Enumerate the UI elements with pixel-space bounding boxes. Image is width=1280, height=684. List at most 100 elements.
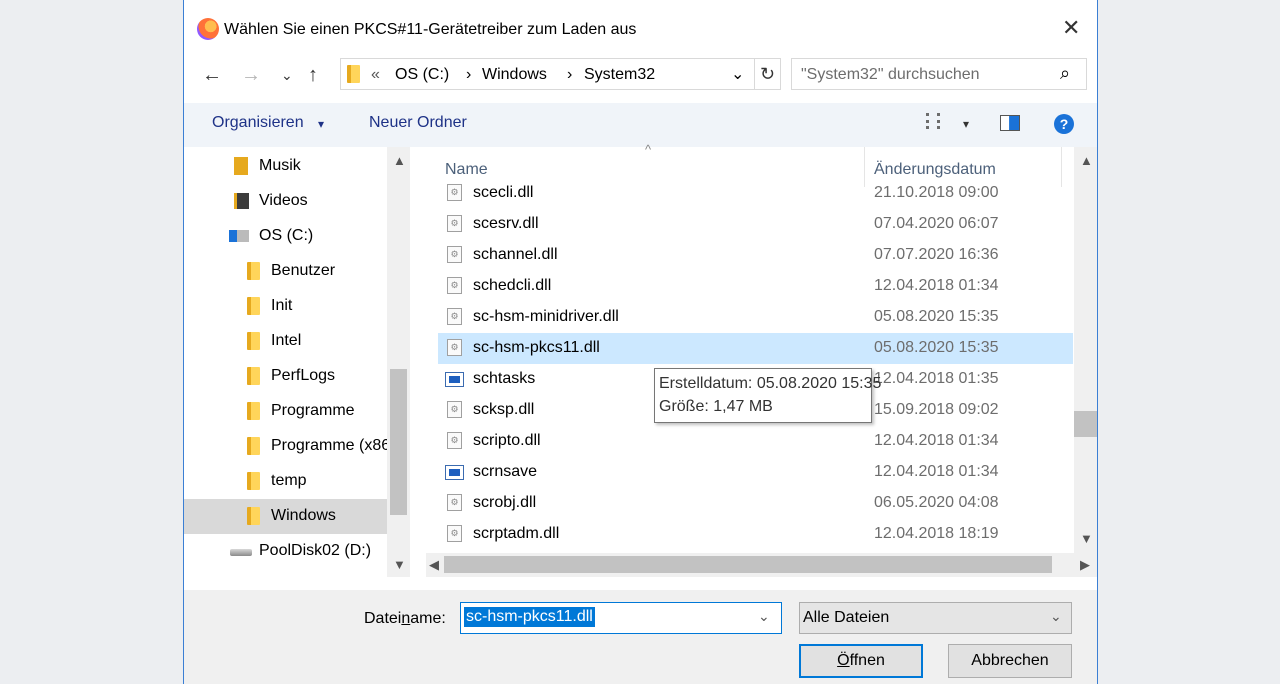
- forward-button[interactable]: →: [241, 63, 261, 87]
- refresh-button[interactable]: ↻: [754, 58, 781, 90]
- organize-button[interactable]: Organisieren: [212, 114, 304, 132]
- breadcrumb-separator[interactable]: ›: [567, 66, 572, 84]
- scrollbar-thumb[interactable]: [390, 369, 407, 515]
- dll-file-icon: ⚙: [447, 339, 462, 356]
- sidebar-item-intel[interactable]: Intel: [184, 324, 387, 359]
- file-date: 12.04.2018 18:19: [874, 525, 999, 542]
- up-button[interactable]: ↑: [308, 63, 318, 87]
- column-divider[interactable]: [1061, 147, 1062, 187]
- column-divider[interactable]: [864, 147, 865, 187]
- sidebar-item-label: temp: [271, 472, 307, 489]
- horizontal-scrollbar[interactable]: ◀ ▶: [426, 553, 1097, 577]
- sidebar-item-os-c[interactable]: OS (C:): [184, 219, 387, 254]
- open-button[interactable]: Öffnen: [799, 644, 923, 678]
- search-input[interactable]: "System32" durchsuchen ⌕: [791, 58, 1087, 90]
- file-list-scrollbar[interactable]: ▲ ▼: [1074, 147, 1097, 553]
- list-item[interactable]: ⚙ scripto.dll 12.04.2018 01:34: [438, 426, 1073, 457]
- file-dialog: Wählen Sie einen PKCS#11-Gerätetreiber z…: [183, 0, 1098, 684]
- breadcrumb-separator[interactable]: ›: [466, 66, 471, 84]
- filename-label: Dateiname:: [364, 610, 446, 627]
- file-date: 07.04.2020 06:07: [874, 215, 999, 232]
- sidebar-item-musik[interactable]: Musik: [184, 149, 387, 184]
- preview-pane-icon[interactable]: [1000, 115, 1020, 131]
- recent-locations-button[interactable]: ⌄: [281, 63, 293, 87]
- sidebar-item-init[interactable]: Init: [184, 289, 387, 324]
- dll-file-icon: ⚙: [447, 401, 462, 418]
- column-date[interactable]: Änderungsdatum: [874, 161, 996, 179]
- scroll-up-icon[interactable]: ▲: [1080, 153, 1093, 168]
- breadcrumb-overflow[interactable]: «: [371, 66, 380, 84]
- file-date: 07.07.2020 16:36: [874, 246, 999, 263]
- scrollbar-thumb[interactable]: [1074, 411, 1097, 437]
- list-item[interactable]: ⚙ sc-hsm-minidriver.dll 05.08.2020 15:35: [438, 302, 1073, 333]
- scroll-right-icon[interactable]: ▶: [1080, 557, 1090, 573]
- view-options-icon[interactable]: [926, 113, 940, 129]
- help-icon[interactable]: ?: [1054, 114, 1074, 134]
- scrollbar-thumb[interactable]: [444, 556, 1052, 573]
- list-item[interactable]: ⚙ schedcli.dll 12.04.2018 01:34: [438, 271, 1073, 302]
- sidebar-item-label: PerfLogs: [271, 367, 336, 384]
- breadcrumb-windows[interactable]: Windows: [482, 66, 547, 84]
- file-type-select[interactable]: Alle Dateien ⌄: [799, 602, 1072, 634]
- file-name: scesrv.dll: [473, 215, 539, 232]
- dll-file-icon: ⚙: [447, 215, 462, 232]
- folder-icon: [247, 332, 260, 350]
- file-name: scecli.dll: [473, 184, 534, 201]
- sidebar-scrollbar[interactable]: ▲ ▼: [387, 147, 410, 577]
- folder-icon: [247, 367, 260, 385]
- list-item[interactable]: ⚙ scrptadm.dll 12.04.2018 18:19: [438, 519, 1073, 550]
- organize-caret-icon[interactable]: ▾: [318, 117, 324, 131]
- chevron-down-icon[interactable]: ⌄: [1050, 608, 1062, 625]
- address-bar[interactable]: « OS (C:) › Windows › System32 ⌄: [340, 58, 781, 90]
- breadcrumb-system32[interactable]: System32: [584, 66, 655, 84]
- address-dropdown-icon[interactable]: ⌄: [731, 64, 744, 84]
- scroll-left-icon[interactable]: ◀: [429, 557, 439, 573]
- list-item[interactable]: ⚙ schannel.dll 07.07.2020 16:36: [438, 240, 1073, 271]
- file-name: sc-hsm-minidriver.dll: [473, 308, 619, 325]
- file-date: 06.05.2020 04:08: [874, 494, 999, 511]
- scroll-up-icon[interactable]: ▲: [393, 153, 406, 168]
- list-item[interactable]: scrnsave 12.04.2018 01:34: [438, 457, 1073, 488]
- chevron-down-icon[interactable]: ⌄: [758, 608, 770, 625]
- sort-ascending-icon: ^: [645, 142, 652, 157]
- dll-file-icon: ⚙: [447, 277, 462, 294]
- file-name: scrobj.dll: [473, 494, 537, 511]
- list-item[interactable]: ⚙ scrobj.dll 06.05.2020 04:08: [438, 488, 1073, 519]
- filename-input[interactable]: sc-hsm-pkcs11.dll ⌄: [460, 602, 782, 634]
- sidebar-item-temp[interactable]: temp: [184, 464, 387, 499]
- view-caret-icon[interactable]: ▾: [963, 117, 969, 131]
- search-icon: ⌕: [1060, 63, 1071, 83]
- breadcrumb-os-c[interactable]: OS (C:): [395, 66, 449, 84]
- cancel-button[interactable]: Abbrechen: [948, 644, 1072, 678]
- file-name: scksp.dll: [473, 401, 535, 418]
- column-name[interactable]: Name: [445, 161, 488, 179]
- sidebar-item-programme-x86[interactable]: Programme (x86): [184, 429, 387, 464]
- file-date: 05.08.2020 15:35: [874, 339, 999, 356]
- scroll-down-icon[interactable]: ▼: [393, 557, 406, 572]
- folder-icon: [247, 472, 260, 490]
- new-folder-button[interactable]: Neuer Ordner: [369, 114, 467, 132]
- video-folder-icon: [234, 193, 249, 209]
- back-button[interactable]: ←: [202, 63, 222, 87]
- file-name: scrptadm.dll: [473, 525, 560, 542]
- sidebar-item-benutzer[interactable]: Benutzer: [184, 254, 387, 289]
- list-item[interactable]: ⚙ scecli.dll 21.10.2018 09:00: [438, 182, 1073, 209]
- sidebar-item-programme[interactable]: Programme: [184, 394, 387, 429]
- scroll-down-icon[interactable]: ▼: [1080, 531, 1093, 546]
- search-placeholder: "System32" durchsuchen: [801, 66, 980, 83]
- sidebar-item-label: Programme (x86): [271, 437, 387, 454]
- sidebar-item-perflogs[interactable]: PerfLogs: [184, 359, 387, 394]
- sidebar-item-windows[interactable]: Windows: [184, 499, 387, 534]
- close-button[interactable]: ✕: [1062, 17, 1080, 39]
- sidebar-item-label: Benutzer: [271, 262, 336, 279]
- folder-icon: [347, 65, 360, 83]
- file-date: 12.04.2018 01:34: [874, 432, 999, 449]
- list-item[interactable]: ⚙ scesrv.dll 07.04.2020 06:07: [438, 209, 1073, 240]
- sidebar-item-pooldisk02[interactable]: PoolDisk02 (D:): [184, 534, 387, 569]
- sidebar-item-label: Programme: [271, 402, 355, 419]
- file-tooltip: Erstelldatum: 05.08.2020 15:35 Größe: 1,…: [654, 368, 881, 423]
- list-item-selected[interactable]: ⚙ sc-hsm-pkcs11.dll 05.08.2020 15:35: [438, 333, 1073, 364]
- file-name: schannel.dll: [473, 246, 558, 263]
- sidebar-item-videos[interactable]: Videos: [184, 184, 387, 219]
- folder-icon: [247, 402, 260, 420]
